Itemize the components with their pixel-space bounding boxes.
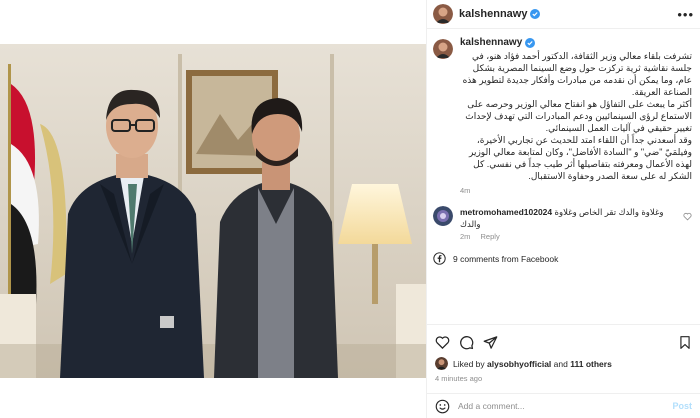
facebook-icon xyxy=(433,252,446,265)
liked-by-prefix: Liked by xyxy=(453,358,485,369)
liker-username[interactable]: alysobhyofficial xyxy=(487,359,551,369)
comment-heart-icon[interactable] xyxy=(683,212,692,221)
comment-bubble-icon[interactable] xyxy=(459,335,474,350)
author-username[interactable]: kalshennawy xyxy=(459,8,527,20)
comments-list[interactable]: kalshennawy تشرفت بلقاء معالي وزير الثقا… xyxy=(427,29,700,324)
caption-paragraph: أكثر ما يبعث على التفاؤل هو انفتاح معالي… xyxy=(465,99,692,133)
verified-badge-icon xyxy=(530,9,541,19)
comment-item: metromohamed102024 وغلاوة والدك تقر الخا… xyxy=(433,206,692,241)
heart-icon[interactable] xyxy=(435,335,450,350)
liked-by-and: and xyxy=(553,358,568,369)
post-dialog: kalshennawy ••• kalshennawy تشرفت بلقاء … xyxy=(0,0,700,418)
reply-button[interactable]: Reply xyxy=(481,232,500,241)
paper-plane-icon[interactable] xyxy=(483,335,498,350)
add-comment-bar: Post xyxy=(427,393,700,418)
post-comment-button[interactable]: Post xyxy=(672,401,692,411)
post-timestamp[interactable]: 4 minutes ago xyxy=(435,374,692,383)
caption-paragraph: وقد أسعدني جداً أن اللقاء امتد للحديث عن… xyxy=(468,135,692,181)
caption-time[interactable]: 4m xyxy=(460,186,692,195)
comment-body: metromohamed102024 وغلاوة والدك تقر الخا… xyxy=(460,206,683,241)
bookmark-icon[interactable] xyxy=(678,335,692,350)
more-options-icon[interactable]: ••• xyxy=(677,8,694,21)
comment-meta: 2m Reply xyxy=(460,232,683,241)
action-icons-row xyxy=(435,332,692,352)
facebook-comments-row[interactable]: 9 comments from Facebook xyxy=(433,252,692,265)
author-avatar[interactable] xyxy=(433,4,453,24)
caption-block: kalshennawy تشرفت بلقاء معالي وزير الثقا… xyxy=(433,37,692,195)
post-photo-area xyxy=(0,0,426,418)
comment-time[interactable]: 2m xyxy=(460,232,470,241)
caption-username[interactable]: kalshennawy xyxy=(460,37,522,48)
comment-line: metromohamed102024 وغلاوة والدك تقر الخا… xyxy=(460,206,683,230)
emoji-smile-icon[interactable] xyxy=(435,399,450,414)
likes-others-link[interactable]: 111 others xyxy=(570,359,612,369)
caption-text: تشرفت بلقاء معالي وزير الثقافة، الدكتور … xyxy=(460,50,692,182)
facebook-comments-label: 9 comments from Facebook xyxy=(453,253,559,264)
caption-author-avatar[interactable] xyxy=(433,39,453,59)
post-header: kalshennawy ••• xyxy=(427,0,700,29)
comment-username[interactable]: metromohamed102024 xyxy=(460,207,552,217)
likes-row: Liked by alysobhyofficial and 111 others xyxy=(435,357,692,370)
liker-avatar[interactable] xyxy=(435,357,448,370)
post-details-panel: kalshennawy ••• kalshennawy تشرفت بلقاء … xyxy=(426,0,700,418)
add-comment-input[interactable] xyxy=(458,401,673,411)
commenter-avatar[interactable] xyxy=(433,206,453,226)
caption-body: kalshennawy تشرفت بلقاء معالي وزير الثقا… xyxy=(460,37,692,195)
verified-badge-icon xyxy=(525,37,536,48)
caption-paragraph: تشرفت بلقاء معالي وزير الثقافة، الدكتور … xyxy=(462,51,692,97)
post-photo[interactable] xyxy=(0,44,426,378)
caption-username-row: kalshennawy xyxy=(460,37,692,48)
